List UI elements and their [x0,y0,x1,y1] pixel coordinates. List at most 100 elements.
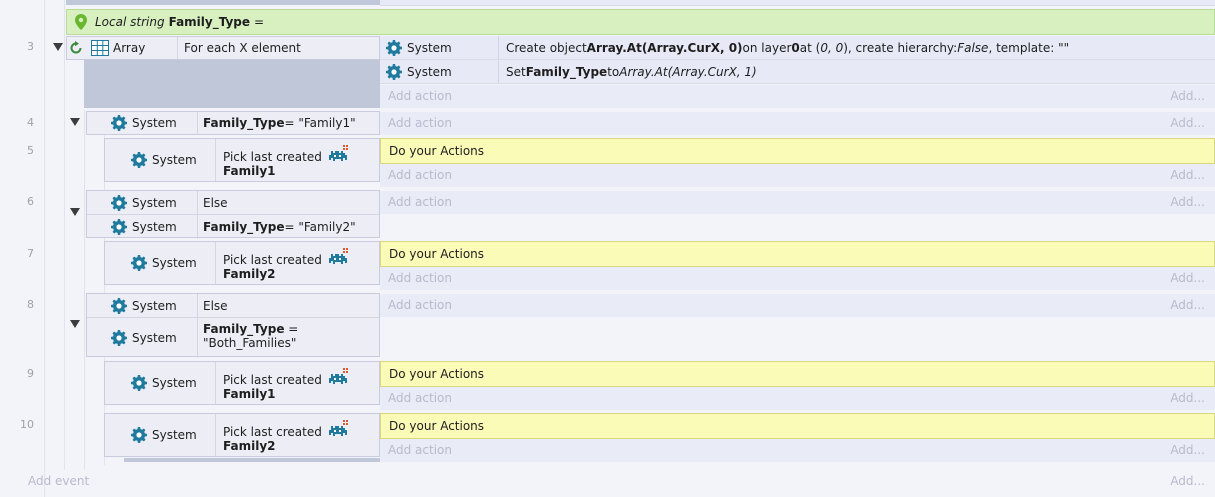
add-more-link[interactable]: Add... [1170,168,1205,182]
add-action-row[interactable]: Add action Add... [380,267,1215,290]
tree-guide-line [44,0,45,497]
add-action-link[interactable]: Add action [388,116,452,130]
add-action-row[interactable]: Add action Add... [380,439,1215,462]
add-action-row[interactable]: Add action Add... [380,85,1215,108]
condition-text: Else [203,299,228,313]
event-10-conditions[interactable]: System Pick last created Family2 [104,413,380,457]
action-row[interactable]: System Set Family_Type to Array.At(Array… [380,60,1215,84]
gear-icon [111,195,127,211]
action-text: Do your Actions [389,367,485,381]
event-5-conditions[interactable]: System Pick last created Family1 [104,138,380,182]
condition-text: Pick last created Family2 [223,420,348,453]
add-more-link[interactable]: Add... [1170,271,1205,285]
add-action-link[interactable]: Add action [388,271,452,285]
gear-icon [386,40,402,56]
condition-object-name: System [132,116,177,130]
event-8-conditions[interactable]: System Else System Family_Type = "Both_F… [86,293,380,358]
add-more-link[interactable]: Add... [1170,116,1205,130]
sprite-family-icon [328,420,348,438]
condition-text: Family_Type = "Family2" [203,220,356,234]
collapse-arrow-icon[interactable] [70,118,80,126]
condition-object-name: System [132,331,177,345]
add-action-link[interactable]: Add action [388,391,452,405]
add-action-row[interactable]: Add action Add... [380,294,1215,317]
line-number: 10 [20,418,34,431]
action-row[interactable]: System Create object Array.At(Array.CurX… [380,36,1215,60]
action-row-placeholder[interactable]: Do your Actions [380,361,1215,387]
add-action-row[interactable]: Add action Add... [380,191,1215,214]
condition-text: Else [203,196,228,210]
action-object-name: System [407,64,452,79]
line-number: 5 [27,144,34,157]
gear-icon [131,152,147,168]
condition-object-name: Array [113,41,146,55]
collapse-arrow-icon[interactable] [70,320,80,328]
sprite-family-icon [328,368,348,386]
add-action-link[interactable]: Add action [388,89,452,103]
event-end-shading [124,458,380,462]
condition-object-name: System [152,153,197,167]
event-9-conditions[interactable]: System Pick last created Family1 [104,361,380,405]
previous-event-remnant [66,0,380,5]
event-7-conditions[interactable]: System Pick last created Family2 [104,241,380,285]
collapse-arrow-icon[interactable] [70,208,80,216]
condition-text: Pick last created Family1 [223,368,348,401]
gear-icon [131,375,147,391]
add-event-link[interactable]: Add event [28,474,89,488]
gear-icon [131,255,147,271]
add-action-link[interactable]: Add action [388,298,452,312]
add-action-row[interactable]: Add action Add... [380,164,1215,187]
line-number: 7 [27,247,34,260]
sprite-family-icon [328,248,348,266]
add-more-link[interactable]: Add... [1170,89,1205,103]
add-action-row[interactable]: Add action Add... [380,387,1215,410]
sprite-family-icon [328,145,348,163]
action-text: Create object Array.At(Array.CurX, 0) on… [506,40,1070,55]
local-var-prefix: Local string [95,15,165,29]
add-action-link[interactable]: Add action [388,195,452,209]
condition-object-name: System [152,256,197,270]
line-number: 3 [27,40,34,53]
condition-text: For each X element [184,41,301,55]
condition-object-name: System [152,376,197,390]
gear-icon [111,219,127,235]
add-more-link[interactable]: Add... [1170,195,1205,209]
event-4-conditions[interactable]: System Family_Type = "Family1" [86,111,380,135]
action-row-placeholder[interactable]: Do your Actions [380,241,1215,267]
action-row-placeholder[interactable]: Do your Actions [380,138,1215,164]
array-grid-icon [91,40,109,56]
add-action-row[interactable]: Add action Add... [380,112,1215,135]
previous-event-remnant [380,0,1215,6]
local-var-name: Family_Type [168,15,251,29]
add-more-link[interactable]: Add... [1170,443,1205,457]
collapse-arrow-icon[interactable] [53,43,63,51]
condition-text: Family_Type = "Family1" [203,116,356,130]
add-more-link[interactable]: Add... [1170,391,1205,405]
gear-icon [111,298,127,314]
condition-object-name: System [152,428,197,442]
local-variable-row[interactable]: Local string Family_Type = [66,9,1215,35]
condition-text: Family_Type = "Both_Families" [203,322,299,350]
condition-object-name: System [132,299,177,313]
condition-object-name: System [132,220,177,234]
condition-text: Pick last created Family1 [223,145,348,178]
event-3-conditions[interactable]: Array For each X element [66,36,380,60]
line-number: 6 [27,195,34,208]
add-more-link[interactable]: Add... [1170,298,1205,312]
add-action-link[interactable]: Add action [388,168,452,182]
action-text: Do your Actions [389,419,485,433]
action-text: Set Family_Type to Array.At(Array.CurX, … [506,64,757,79]
event-6-conditions[interactable]: System Else System Family_Type = "Family… [86,190,380,239]
gear-icon [111,115,127,131]
tree-guide-line [84,110,85,470]
add-action-link[interactable]: Add action [388,443,452,457]
add-more-link[interactable]: Add... [1170,474,1205,488]
line-number: 9 [27,367,34,380]
action-row-placeholder[interactable]: Do your Actions [380,413,1215,439]
gear-icon [111,330,127,346]
condition-object-name: System [132,196,177,210]
action-object-name: System [407,40,452,55]
gear-icon [131,427,147,443]
condition-text: Pick last created Family2 [223,248,348,281]
loop-icon [70,41,82,54]
